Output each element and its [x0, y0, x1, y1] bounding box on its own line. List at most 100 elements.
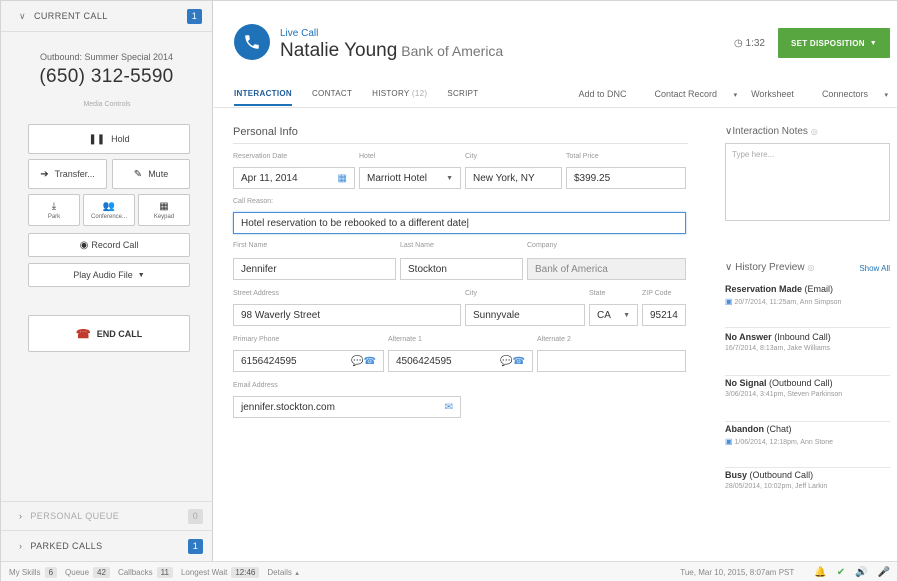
street-address-field[interactable]: 98 Waverly Street	[233, 304, 461, 326]
queue-label[interactable]: Queue	[65, 568, 89, 577]
history-item[interactable]: No Answer (Inbound Call) 16/7/2014, 8:13…	[725, 332, 890, 376]
tab-interaction[interactable]: INTERACTION	[234, 89, 292, 106]
play-audio-dropdown[interactable]: Play Audio File ▼	[28, 263, 190, 287]
contact-record-menu[interactable]: Contact Record ▾	[641, 89, 738, 99]
email-field[interactable]: jennifer.stockton.com ✉	[233, 396, 461, 418]
connectors-label: Connectors	[821, 89, 868, 99]
current-call-header[interactable]: ∨ CURRENT CALL 1	[1, 1, 212, 31]
alternate1-value: 4506424595	[396, 355, 452, 367]
ready-status-icon[interactable]: ✔	[837, 567, 845, 578]
history-item-title: No Answer	[725, 332, 772, 342]
first-name-value: Jennifer	[241, 263, 277, 275]
app-window: ∨ CURRENT CALL 1 Outbound: Summer Specia…	[0, 0, 897, 581]
chat-phone-icon[interactable]: 💬☎	[351, 356, 376, 367]
record-label: Record Call	[91, 240, 139, 250]
record-call-button[interactable]: ◉ Record Call	[28, 233, 190, 257]
history-item[interactable]: Reservation Made (Email) ▣ 20/7/2014, 11…	[725, 284, 890, 328]
current-call-label: CURRENT CALL	[34, 11, 108, 21]
last-name-field[interactable]: Stockton	[400, 258, 523, 280]
campaign-name: Summer Special 2014	[84, 52, 174, 62]
call-timer-value: 1:32	[745, 38, 765, 49]
tab-contact[interactable]: CONTACT	[312, 89, 352, 106]
status-bar: My Skills 6 Queue 42 Callbacks 11 Longest W…	[1, 561, 897, 581]
keypad-button[interactable]: ▦ Keypad	[138, 194, 190, 226]
hangup-icon: ☎	[75, 326, 91, 341]
total-price-field[interactable]: $399.25	[566, 167, 686, 189]
bell-icon[interactable]: 🔔	[814, 567, 826, 578]
end-call-label: END CALL	[96, 328, 143, 339]
caret-down-icon: ▼	[869, 39, 878, 47]
speaker-icon[interactable]: 🔊	[855, 567, 867, 578]
call-info: Outbound: Summer Special 2014 (650) 312-…	[1, 31, 212, 88]
chat-phone-icon[interactable]: 💬☎	[500, 356, 525, 367]
history-item[interactable]: No Signal (Outbound Call) 3/06/2014, 3:4…	[725, 378, 890, 422]
my-skills-count: 6	[44, 566, 58, 578]
keypad-label: Keypad	[153, 213, 175, 220]
alternate2-label: Alternate 2	[537, 336, 571, 343]
history-item-meta: 1/06/2014, 12:18pm, Ann Stone	[734, 439, 833, 446]
last-name-value: Stockton	[408, 263, 447, 275]
state-select[interactable]: CA ▼	[589, 304, 638, 326]
last-name-label: Last Name	[400, 242, 434, 249]
history-item-meta: 3/06/2014, 3:41pm, Steven Parkinson	[725, 391, 843, 398]
total-price-value: $399.25	[574, 172, 611, 184]
tab-script[interactable]: SCRIPT	[447, 89, 478, 106]
caret-down-icon: ▼	[623, 311, 630, 319]
history-item[interactable]: Abandon (Chat) ▣ 1/06/2014, 12:18pm, Ann…	[725, 424, 890, 468]
city-label: City	[465, 153, 478, 160]
zip-field[interactable]: 95214	[642, 304, 686, 326]
city-field[interactable]: New York, NY	[465, 167, 562, 189]
caret-down-icon: ▼	[446, 174, 453, 182]
call-reason-input[interactable]: Hotel reservation to be rebooked to a di…	[233, 212, 686, 234]
city2-field[interactable]: Sunnyvale	[465, 304, 585, 326]
tab-history[interactable]: HISTORY (12)	[372, 89, 427, 106]
primary-phone-field[interactable]: 6156424595 💬☎	[233, 350, 384, 372]
hotel-select[interactable]: Marriott Hotel ▼	[359, 167, 461, 189]
history-item-title-line: Reservation Made (Email)	[725, 284, 890, 294]
history-item-type: (Inbound Call)	[774, 332, 831, 342]
parked-calls-section[interactable]: › PARKED CALLS 1	[1, 530, 213, 561]
set-disposition-button[interactable]: SET DISPOSITION ▼	[778, 28, 890, 58]
worksheet-link[interactable]: Worksheet	[751, 89, 794, 99]
history-item[interactable]: Busy (Outbound Call) 28/05/2014, 10:02pm…	[725, 470, 890, 514]
park-button[interactable]: ⤓ Park	[28, 194, 80, 226]
main-panel: Live Call Natalie Young Bank of America ◷…	[214, 1, 897, 561]
end-call-button[interactable]: ☎ END CALL	[28, 315, 190, 352]
personal-queue-header[interactable]: › PERSONAL QUEUE 0	[1, 502, 213, 530]
details-toggle[interactable]: Details ▲	[267, 568, 300, 577]
alternate1-field[interactable]: 4506424595 💬☎	[388, 350, 533, 372]
call-control-panel: ∨ CURRENT CALL 1 Outbound: Summer Specia…	[1, 1, 213, 561]
conference-label: Conference...	[90, 213, 128, 220]
interaction-notes-title[interactable]: ∨Interaction Notes ◎	[725, 126, 818, 137]
hotel-value: Marriott Hotel	[367, 172, 428, 184]
divider	[233, 143, 688, 144]
connectors-menu[interactable]: Connectors ▾	[808, 89, 888, 99]
history-item-title: Abandon	[725, 424, 764, 434]
tab-bar: INTERACTION CONTACT HISTORY (12) SCRIPT	[234, 89, 498, 106]
first-name-field[interactable]: Jennifer	[233, 258, 396, 280]
interaction-notes-input[interactable]: Type here...	[725, 143, 890, 221]
reservation-date-field[interactable]: Apr 11, 2014 ▦	[233, 167, 355, 189]
call-reason-value: Hotel reservation to be rebooked to a di…	[241, 217, 467, 229]
parked-calls-header[interactable]: › PARKED CALLS 1	[1, 531, 213, 561]
mail-icon[interactable]: ✉	[445, 402, 453, 413]
reservation-date-label: Reservation Date	[233, 153, 288, 160]
personal-queue-badge: 0	[188, 508, 203, 524]
longest-wait-value: 12:46	[231, 566, 260, 578]
play-audio-label: Play Audio File	[73, 270, 133, 280]
callbacks-label[interactable]: Callbacks	[118, 568, 153, 577]
alternate2-field[interactable]	[537, 350, 686, 372]
show-all-link[interactable]: Show All	[859, 264, 890, 273]
email-value: jennifer.stockton.com	[241, 401, 335, 413]
primary-phone-label: Primary Phone	[233, 336, 280, 343]
add-to-dnc-link[interactable]: Add to DNC	[578, 89, 626, 99]
personal-queue-section[interactable]: › PERSONAL QUEUE 0	[1, 501, 213, 530]
history-item-meta: 16/7/2014, 8:13am, Jake Williams	[725, 345, 831, 352]
transfer-button[interactable]: ➔ Transfer...	[28, 159, 107, 189]
hold-button[interactable]: ❚❚ Hold	[28, 124, 190, 154]
conference-button[interactable]: 👥 Conference...	[83, 194, 135, 226]
my-skills-label[interactable]: My Skills	[9, 568, 41, 577]
mute-button[interactable]: ✎ Mute	[112, 159, 190, 189]
hold-label: Hold	[111, 134, 130, 144]
microphone-icon[interactable]: 🎤	[878, 567, 890, 578]
